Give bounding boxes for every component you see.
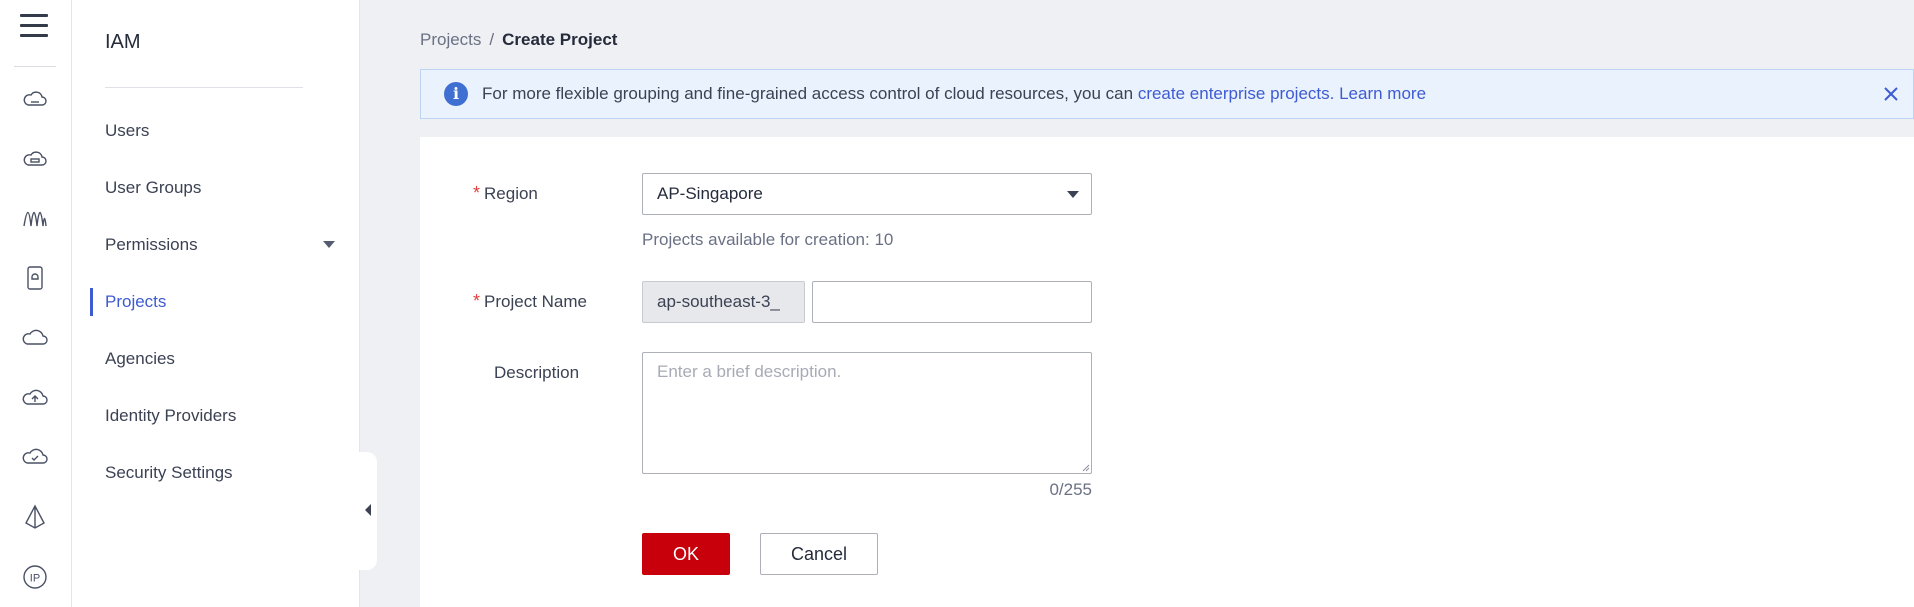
cloud-database-icon[interactable] — [19, 143, 51, 175]
region-value: AP-Singapore — [657, 184, 763, 203]
sidebar-item-agencies[interactable]: Agencies — [105, 349, 175, 369]
cloud-check-icon[interactable] — [19, 441, 51, 473]
sidebar-item-security-settings[interactable]: Security Settings — [105, 463, 233, 483]
sidebar-item-permissions[interactable]: Permissions — [105, 235, 198, 255]
ip-icon[interactable]: IP — [19, 561, 51, 593]
region-label: * Region — [473, 183, 538, 203]
description-textarea[interactable] — [642, 352, 1092, 474]
breadcrumb-separator: / — [489, 30, 495, 49]
resize-grip-icon[interactable] — [1080, 462, 1090, 472]
chevron-down-icon — [1067, 191, 1079, 198]
sidebar-collapse-button[interactable] — [359, 452, 377, 570]
description-label: Description — [494, 363, 580, 382]
create-enterprise-projects-link[interactable]: create enterprise projects. — [1138, 84, 1335, 103]
breadcrumb-projects-link[interactable]: Projects — [420, 30, 481, 49]
create-project-form: * Region AP-Singapore Projects available … — [420, 137, 1914, 607]
chevron-down-icon[interactable] — [323, 241, 335, 248]
close-icon[interactable] — [1879, 82, 1903, 106]
project-name-prefix: ap-southeast-3_ — [642, 281, 805, 323]
info-banner: i For more flexible grouping and fine-gr… — [420, 69, 1914, 119]
sidebar-item-identity-providers[interactable]: Identity Providers — [105, 406, 236, 426]
breadcrumb: Projects / Create Project — [420, 30, 617, 50]
char-count: 0/255 — [1049, 480, 1092, 499]
pyramid-icon[interactable] — [19, 501, 51, 533]
active-indicator — [90, 288, 93, 316]
project-name-label: * Project Name — [473, 291, 587, 311]
sidebar-item-projects[interactable]: Projects — [105, 292, 166, 312]
sidebar-item-users[interactable]: Users — [105, 121, 149, 141]
cloud-icon[interactable] — [19, 322, 51, 354]
info-icon: i — [444, 82, 468, 106]
iam-sidebar: IAM Users User Groups Permissions Projec… — [72, 0, 360, 607]
banner-text: For more flexible grouping and fine-grai… — [482, 84, 1426, 104]
rail-divider — [14, 66, 56, 67]
breadcrumb-current: Create Project — [502, 30, 618, 49]
required-marker: * — [473, 291, 481, 311]
network-waves-icon[interactable] — [19, 202, 51, 234]
sidebar-item-user-groups[interactable]: User Groups — [105, 178, 201, 198]
required-marker: * — [473, 183, 481, 203]
project-name-input[interactable] — [812, 281, 1092, 323]
chevron-left-icon — [365, 504, 371, 516]
banner-message: For more flexible grouping and fine-grai… — [482, 84, 1134, 103]
sidebar-divider — [105, 87, 303, 88]
learn-more-link[interactable]: Learn more — [1339, 84, 1426, 103]
device-icon[interactable] — [19, 262, 51, 294]
cloud-upload-icon[interactable] — [19, 382, 51, 414]
menu-icon[interactable] — [20, 14, 48, 42]
icon-rail: IP — [0, 0, 72, 607]
ok-button[interactable]: OK — [642, 533, 730, 575]
cancel-button[interactable]: Cancel — [760, 533, 878, 575]
cloud-server-icon[interactable] — [19, 84, 51, 116]
region-select[interactable]: AP-Singapore — [642, 173, 1092, 215]
ip-icon-label: IP — [30, 573, 40, 585]
sidebar-title: IAM — [105, 31, 141, 53]
availability-hint: Projects available for creation: 10 — [642, 230, 894, 249]
